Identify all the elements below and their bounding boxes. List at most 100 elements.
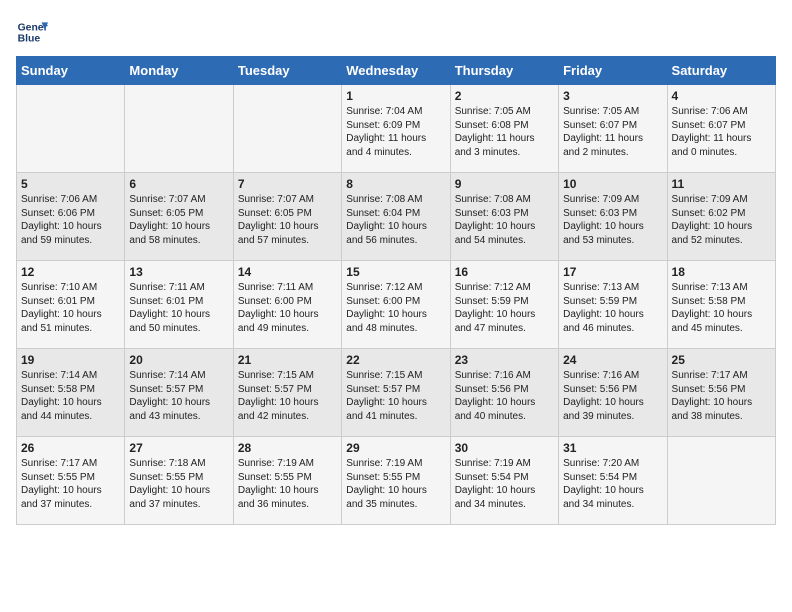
- calendar-table: SundayMondayTuesdayWednesdayThursdayFrid…: [16, 56, 776, 525]
- day-number: 19: [21, 353, 120, 367]
- cell-info: Sunrise: 7:18 AM Sunset: 5:55 PM Dayligh…: [129, 457, 228, 511]
- calendar-cell: 7 Sunrise: 7:07 AM Sunset: 6:05 PM Daylig…: [233, 173, 341, 261]
- cell-info: Sunrise: 7:09 AM Sunset: 6:02 PM Dayligh…: [672, 193, 771, 247]
- calendar-week-row: 26 Sunrise: 7:17 AM Sunset: 5:55 PM Dayli…: [17, 437, 776, 525]
- cell-info: Sunrise: 7:11 AM Sunset: 6:00 PM Dayligh…: [238, 281, 337, 335]
- day-number: 15: [346, 265, 445, 279]
- day-number: 18: [672, 265, 771, 279]
- weekday-header-tuesday: Tuesday: [233, 57, 341, 85]
- cell-info: Sunrise: 7:04 AM Sunset: 6:09 PM Dayligh…: [346, 105, 445, 159]
- weekday-header-saturday: Saturday: [667, 57, 775, 85]
- day-number: 30: [455, 441, 554, 455]
- calendar-week-row: 5 Sunrise: 7:06 AM Sunset: 6:06 PM Daylig…: [17, 173, 776, 261]
- calendar-cell: 28Sunrise: 7:19 AM Sunset: 5:55 PM Dayli…: [233, 437, 341, 525]
- day-number: 23: [455, 353, 554, 367]
- day-number: 8: [346, 177, 445, 191]
- calendar-cell: 17 Sunrise: 7:13 AM Sunset: 5:59 PM Dayli…: [559, 261, 667, 349]
- day-number: 22: [346, 353, 445, 367]
- calendar-cell: 24 Sunrise: 7:16 AM Sunset: 5:56 PM Dayli…: [559, 349, 667, 437]
- calendar-cell: 18 Sunrise: 7:13 AM Sunset: 5:58 PM Dayli…: [667, 261, 775, 349]
- calendar-cell: 8 Sunrise: 7:08 AM Sunset: 6:04 PM Daylig…: [342, 173, 450, 261]
- calendar-cell: 11 Sunrise: 7:09 AM Sunset: 6:02 PM Dayli…: [667, 173, 775, 261]
- calendar-week-row: 1 Sunrise: 7:04 AM Sunset: 6:09 PM Daylig…: [17, 85, 776, 173]
- day-number: 4: [672, 89, 771, 103]
- calendar-cell: [125, 85, 233, 173]
- weekday-header-monday: Monday: [125, 57, 233, 85]
- day-number: 20: [129, 353, 228, 367]
- weekday-header-wednesday: Wednesday: [342, 57, 450, 85]
- cell-info: Sunrise: 7:08 AM Sunset: 6:03 PM Dayligh…: [455, 193, 554, 247]
- day-number: 13: [129, 265, 228, 279]
- cell-info: Sunrise: 7:17 AM Sunset: 5:55 PM Dayligh…: [21, 457, 120, 511]
- calendar-cell: 4 Sunrise: 7:06 AM Sunset: 6:07 PM Daylig…: [667, 85, 775, 173]
- calendar-cell: [667, 437, 775, 525]
- calendar-cell: 13 Sunrise: 7:11 AM Sunset: 6:01 PM Dayli…: [125, 261, 233, 349]
- cell-info: Sunrise: 7:07 AM Sunset: 6:05 PM Dayligh…: [129, 193, 228, 247]
- cell-info: Sunrise: 7:15 AM Sunset: 5:57 PM Dayligh…: [346, 369, 445, 423]
- day-number: 6: [129, 177, 228, 191]
- day-number: 31: [563, 441, 662, 455]
- calendar-cell: 25Sunrise: 7:17 AM Sunset: 5:56 PM Dayli…: [667, 349, 775, 437]
- day-number: 7: [238, 177, 337, 191]
- cell-info: Sunrise: 7:19 AM Sunset: 5:54 PM Dayligh…: [455, 457, 554, 511]
- calendar-cell: 2 Sunrise: 7:05 AM Sunset: 6:08 PM Daylig…: [450, 85, 558, 173]
- cell-info: Sunrise: 7:08 AM Sunset: 6:04 PM Dayligh…: [346, 193, 445, 247]
- day-number: 5: [21, 177, 120, 191]
- cell-info: Sunrise: 7:11 AM Sunset: 6:01 PM Dayligh…: [129, 281, 228, 335]
- cell-info: Sunrise: 7:19 AM Sunset: 5:55 PM Dayligh…: [238, 457, 337, 511]
- day-number: 14: [238, 265, 337, 279]
- cell-info: Sunrise: 7:14 AM Sunset: 5:58 PM Dayligh…: [21, 369, 120, 423]
- calendar-cell: 1 Sunrise: 7:04 AM Sunset: 6:09 PM Daylig…: [342, 85, 450, 173]
- cell-info: Sunrise: 7:20 AM Sunset: 5:54 PM Dayligh…: [563, 457, 662, 511]
- day-number: 1: [346, 89, 445, 103]
- calendar-cell: 29Sunrise: 7:19 AM Sunset: 5:55 PM Dayli…: [342, 437, 450, 525]
- cell-info: Sunrise: 7:09 AM Sunset: 6:03 PM Dayligh…: [563, 193, 662, 247]
- day-number: 16: [455, 265, 554, 279]
- calendar-cell: 21 Sunrise: 7:15 AM Sunset: 5:57 PM Dayli…: [233, 349, 341, 437]
- day-number: 17: [563, 265, 662, 279]
- cell-info: Sunrise: 7:16 AM Sunset: 5:56 PM Dayligh…: [455, 369, 554, 423]
- cell-info: Sunrise: 7:16 AM Sunset: 5:56 PM Dayligh…: [563, 369, 662, 423]
- calendar-cell: 6 Sunrise: 7:07 AM Sunset: 6:05 PM Daylig…: [125, 173, 233, 261]
- calendar-cell: 22 Sunrise: 7:15 AM Sunset: 5:57 PM Dayli…: [342, 349, 450, 437]
- cell-info: Sunrise: 7:05 AM Sunset: 6:08 PM Dayligh…: [455, 105, 554, 159]
- calendar-cell: 30 Sunrise: 7:19 AM Sunset: 5:54 PM Dayli…: [450, 437, 558, 525]
- day-number: 12: [21, 265, 120, 279]
- day-number: 26: [21, 441, 120, 455]
- cell-info: Sunrise: 7:06 AM Sunset: 6:06 PM Dayligh…: [21, 193, 120, 247]
- day-number: 21: [238, 353, 337, 367]
- calendar-cell: 14 Sunrise: 7:11 AM Sunset: 6:00 PM Dayli…: [233, 261, 341, 349]
- calendar-cell: 3Sunrise: 7:05 AM Sunset: 6:07 PM Daylig…: [559, 85, 667, 173]
- calendar-cell: [17, 85, 125, 173]
- calendar-cell: 26 Sunrise: 7:17 AM Sunset: 5:55 PM Dayli…: [17, 437, 125, 525]
- day-number: 9: [455, 177, 554, 191]
- weekday-header-row: SundayMondayTuesdayWednesdayThursdayFrid…: [17, 57, 776, 85]
- day-number: 2: [455, 89, 554, 103]
- svg-text:Blue: Blue: [18, 34, 41, 45]
- calendar-cell: 31 Sunrise: 7:20 AM Sunset: 5:54 PM Dayli…: [559, 437, 667, 525]
- day-number: 25: [672, 353, 771, 367]
- day-number: 11: [672, 177, 771, 191]
- cell-info: Sunrise: 7:07 AM Sunset: 6:05 PM Dayligh…: [238, 193, 337, 247]
- cell-info: Sunrise: 7:13 AM Sunset: 5:58 PM Dayligh…: [672, 281, 771, 335]
- calendar-cell: 27 Sunrise: 7:18 AM Sunset: 5:55 PM Dayli…: [125, 437, 233, 525]
- calendar-week-row: 12 Sunrise: 7:10 AM Sunset: 6:01 PM Dayli…: [17, 261, 776, 349]
- weekday-header-friday: Friday: [559, 57, 667, 85]
- cell-info: Sunrise: 7:15 AM Sunset: 5:57 PM Dayligh…: [238, 369, 337, 423]
- cell-info: Sunrise: 7:14 AM Sunset: 5:57 PM Dayligh…: [129, 369, 228, 423]
- weekday-header-thursday: Thursday: [450, 57, 558, 85]
- cell-info: Sunrise: 7:19 AM Sunset: 5:55 PM Dayligh…: [346, 457, 445, 511]
- calendar-cell: 9 Sunrise: 7:08 AM Sunset: 6:03 PM Daylig…: [450, 173, 558, 261]
- cell-info: Sunrise: 7:12 AM Sunset: 6:00 PM Dayligh…: [346, 281, 445, 335]
- cell-info: Sunrise: 7:06 AM Sunset: 6:07 PM Dayligh…: [672, 105, 771, 159]
- cell-info: Sunrise: 7:13 AM Sunset: 5:59 PM Dayligh…: [563, 281, 662, 335]
- day-number: 27: [129, 441, 228, 455]
- calendar-cell: 5 Sunrise: 7:06 AM Sunset: 6:06 PM Daylig…: [17, 173, 125, 261]
- header: General Blue: [16, 16, 776, 48]
- calendar-cell: 15 Sunrise: 7:12 AM Sunset: 6:00 PM Dayli…: [342, 261, 450, 349]
- day-number: 24: [563, 353, 662, 367]
- cell-info: Sunrise: 7:10 AM Sunset: 6:01 PM Dayligh…: [21, 281, 120, 335]
- weekday-header-sunday: Sunday: [17, 57, 125, 85]
- day-number: 3: [563, 89, 662, 103]
- day-number: 10: [563, 177, 662, 191]
